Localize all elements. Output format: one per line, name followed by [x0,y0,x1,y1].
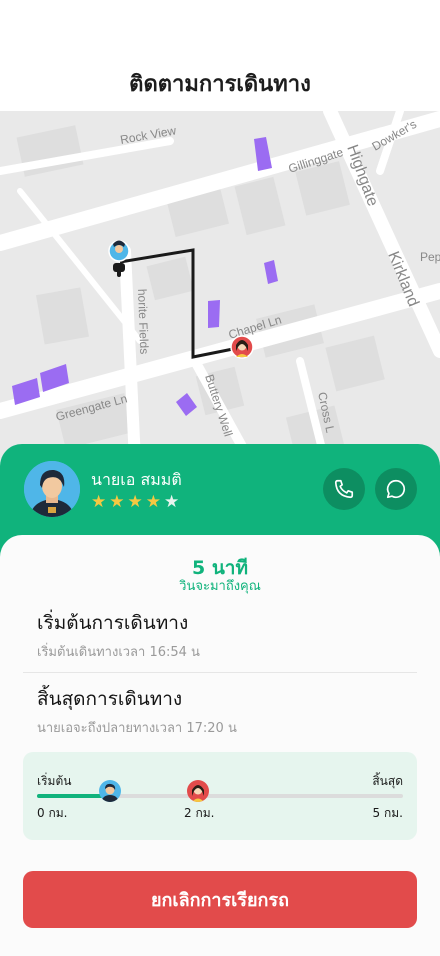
trip-end-title: สิ้นสุดการเดินทาง [37,688,183,710]
progress-driver-marker [99,780,122,802]
trip-progress: เริ่มต้น สิ้นสุด 0 กม. 2 กม. 5 กม. [23,752,417,840]
star-empty-icon: ★ [164,492,183,512]
map-view[interactable]: Rock View Gillinggate Highgate Dowker's … [0,111,440,461]
trip-start-time: เริ่มต้นเดินทางเวลา 16:54 น [37,645,200,660]
progress-end-label: สิ้นสุด [372,774,403,788]
star-filled-icon: ★ [127,492,146,512]
driver-name: นายเอ สมมติ [91,470,182,489]
star-filled-icon: ★ [91,492,110,512]
page-title: ติดตามการเดินทาง [129,72,311,97]
phone-icon [334,479,354,499]
call-button[interactable] [323,468,365,510]
cancel-ride-button[interactable]: ยกเลิกการเรียกรถ [23,871,417,928]
driver-rating: ★★★★★ [91,492,182,512]
eta-label: วินจะมาถึงคุณ [179,579,261,594]
pickup-map-marker[interactable] [230,335,254,359]
map-canvas: Rock View Gillinggate Highgate Dowker's … [0,111,440,461]
street-label: Pepp [420,250,440,264]
star-filled-icon: ★ [109,492,128,512]
chat-bubble-icon [386,479,406,499]
progress-tick-mid: 2 กม. [184,806,215,820]
star-filled-icon: ★ [145,492,164,512]
progress-pickup-marker [187,780,210,802]
trip-sheet: 5 นาที วินจะมาถึงคุณ เริ่มต้นการเดินทาง … [0,535,440,956]
app-header: ติดตามการเดินทาง [0,0,440,111]
progress-start-label: เริ่มต้น [37,774,72,788]
progress-tick-end: 5 กม. [372,806,403,820]
trip-start-title: เริ่มต้นการเดินทาง [37,612,189,634]
trip-end-time: นายเอจะถึงปลายทางเวลา 17:20 น [37,721,237,736]
street-label: horite Fields [135,289,151,355]
progress-track [37,794,403,798]
progress-tick-start: 0 กม. [37,806,68,820]
divider [23,672,417,673]
driver-avatar[interactable] [24,461,80,517]
chat-button[interactable] [375,468,417,510]
